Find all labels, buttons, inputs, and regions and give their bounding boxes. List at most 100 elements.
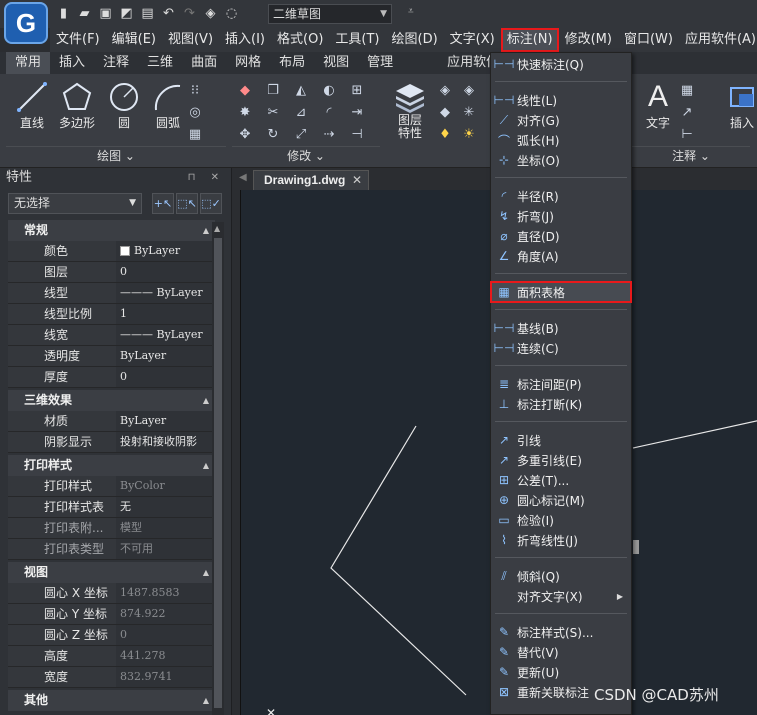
property-row[interactable]: 打印表附... 模型 <box>8 518 215 539</box>
dimension-menu-item[interactable]: ⟋ 对齐(G) <box>491 110 631 130</box>
save-as-icon[interactable]: ◩ <box>118 5 135 22</box>
modify-group-label[interactable]: 修改 ⌄ <box>232 146 380 164</box>
scrollbar-thumb[interactable] <box>214 238 222 708</box>
extend-icon[interactable]: ⊿ <box>290 102 312 122</box>
property-value[interactable]: 投射和接收阴影 <box>116 432 215 452</box>
dimension-menu-item[interactable]: ⫽ 倾斜(Q) <box>491 566 631 586</box>
dimension-menu-item[interactable]: ⊢⊣ 快速标注(Q) <box>491 54 631 74</box>
mirror-icon[interactable]: ◭ <box>290 80 312 100</box>
dimension-menu-item[interactable]: ⊹ 坐标(O) <box>491 150 631 170</box>
property-row[interactable]: 高度 441.278 <box>8 646 215 667</box>
new-file-icon[interactable]: ▮ <box>55 5 72 22</box>
rotate-icon[interactable]: ↻ <box>262 124 284 144</box>
annotation-group-label[interactable]: 注释 ⌄ <box>632 146 750 164</box>
section-header[interactable]: 打印样式 ▲ <box>8 455 215 476</box>
property-value[interactable]: 0 <box>116 625 215 645</box>
property-row[interactable]: 打印样式 ByColor <box>8 476 215 497</box>
collapse-icon[interactable]: ▲ <box>203 562 209 583</box>
menu-item-4[interactable]: 格式(O) <box>271 28 329 52</box>
leader-small-icon[interactable]: ↗ <box>676 102 698 122</box>
property-value[interactable]: 441.278 <box>116 646 215 666</box>
print-icon[interactable]: ▤ <box>139 5 156 22</box>
ribbon-tab-7[interactable]: 视图 <box>314 52 358 74</box>
scale-icon[interactable]: ⤢ <box>290 124 312 144</box>
ribbon-tab-5[interactable]: 网格 <box>226 52 270 74</box>
property-value[interactable]: 1487.8583 <box>116 583 215 603</box>
property-value[interactable]: ByLayer <box>116 346 215 366</box>
property-row[interactable]: 圆心 Z 坐标 0 <box>8 625 215 646</box>
align-icon[interactable]: ⇥ <box>346 102 368 122</box>
trim-icon[interactable]: ✂ <box>262 102 284 122</box>
collapse-icon[interactable]: ▲ <box>203 220 209 241</box>
collapse-icon[interactable]: ▲ <box>203 390 209 411</box>
break-icon[interactable]: ⊣ <box>346 124 368 144</box>
property-value[interactable]: 不可用 <box>116 539 215 559</box>
menu-item-6[interactable]: 绘图(D) <box>386 28 444 52</box>
dimension-menu-item[interactable]: ▦ 面积表格 <box>490 281 632 303</box>
dimension-menu-item[interactable]: ↗ 引线 <box>491 430 631 450</box>
layer-state-icon[interactable]: ◈ <box>434 80 456 100</box>
polygon-button[interactable]: 多边形 <box>54 78 100 131</box>
selection-select[interactable]: 无选择 ▼ <box>8 193 142 214</box>
dimension-menu-item[interactable]: ✎ 替代(V) <box>491 642 631 662</box>
menu-item-1[interactable]: 编辑(E) <box>106 28 162 52</box>
property-row[interactable]: 圆心 Y 坐标 874.922 <box>8 604 215 625</box>
property-row[interactable]: 材质 ByLayer <box>8 411 215 432</box>
property-value[interactable]: 874.922 <box>116 604 215 624</box>
section-header[interactable]: 三维效果 ▲ <box>8 390 215 411</box>
close-icon[interactable]: ✕ <box>352 171 362 189</box>
panel-controls[interactable]: ⊓ ✕ <box>188 168 225 188</box>
property-row[interactable]: 透明度 ByLayer <box>8 346 215 367</box>
move-icon[interactable]: ✥ <box>234 124 256 144</box>
line-button[interactable]: 直线 <box>10 78 54 131</box>
dimension-menu-item[interactable]: ↯ 折弯(J) <box>491 206 631 226</box>
dimension-menu-item[interactable]: 对齐文字(X) ▶ <box>491 586 631 606</box>
hatch-icon[interactable]: ▦ <box>184 124 206 144</box>
array-icon[interactable]: ⊞ <box>346 80 368 100</box>
ellipse-icon[interactable]: ◎ <box>184 102 206 122</box>
section-header[interactable]: 常规 ▲ <box>8 220 215 241</box>
property-value[interactable]: 无 <box>116 497 215 517</box>
property-value[interactable]: ByLayer <box>116 241 215 261</box>
property-value[interactable]: ByColor <box>116 476 215 496</box>
redo-icon[interactable]: ↷ <box>181 5 198 22</box>
offset-icon[interactable]: ◐ <box>318 80 340 100</box>
layer-off-icon[interactable]: ◆ <box>434 102 456 122</box>
property-value[interactable]: 832.9741 <box>116 667 215 687</box>
tab-scroll-left-icon[interactable]: ◀ <box>239 172 247 183</box>
property-row[interactable]: 宽度 832.9741 <box>8 667 215 688</box>
ribbon-tab-3[interactable]: 三维 <box>138 52 182 74</box>
property-row[interactable]: 厚度 0 <box>8 367 215 388</box>
undo-icon[interactable]: ↶ <box>160 5 177 22</box>
properties-scrollbar[interactable]: ▲ <box>212 222 224 715</box>
layers-icon[interactable]: ◈ <box>202 5 219 22</box>
layer-match-icon[interactable]: ◈ <box>458 80 480 100</box>
ribbon-tab-2[interactable]: 注释 <box>94 52 138 74</box>
dimension-menu-item[interactable]: ∠ 角度(A) <box>491 246 631 266</box>
property-value[interactable]: ——— ByLayer <box>116 283 215 303</box>
property-row[interactable]: 图层 0 <box>8 262 215 283</box>
document-tab[interactable]: Drawing1.dwg ✕ <box>253 170 369 190</box>
menu-item-3[interactable]: 插入(I) <box>219 28 271 52</box>
menu-item-8[interactable]: 标注(N) <box>500 28 559 52</box>
dimension-menu-item[interactable]: ⌒ 弧长(H) <box>491 130 631 150</box>
property-value[interactable]: 0 <box>116 367 215 387</box>
menu-item-0[interactable]: 文件(F) <box>50 28 106 52</box>
customize-toolbar-icon[interactable]: ⩡ <box>408 6 414 17</box>
dimension-menu-item[interactable]: ✎ 标注样式(S)... <box>491 622 631 642</box>
dimension-menu-item[interactable]: ✎ 更新(U) <box>491 662 631 682</box>
property-value[interactable]: ——— ByLayer <box>116 325 215 345</box>
dimension-menu-item[interactable]: ⊞ 公差(T)... <box>491 470 631 490</box>
ribbon-tab-9[interactable] <box>402 52 438 74</box>
property-value[interactable]: 1 <box>116 304 215 324</box>
property-row[interactable]: 颜色 ByLayer <box>8 241 215 262</box>
layer-iso-icon[interactable]: ✳ <box>458 102 480 122</box>
ribbon-tab-4[interactable]: 曲面 <box>182 52 226 74</box>
open-folder-icon[interactable]: ▰ <box>76 5 93 22</box>
lightbulb-icon[interactable]: ♦ <box>434 124 456 144</box>
menu-item-7[interactable]: 文字(X) <box>444 28 501 52</box>
drawn-shape-left[interactable] <box>330 425 467 696</box>
dimension-menu-item[interactable]: ◜ 半径(R) <box>491 186 631 206</box>
property-value[interactable]: 模型 <box>116 518 215 538</box>
workspace-icon[interactable]: ◌ <box>223 5 240 22</box>
